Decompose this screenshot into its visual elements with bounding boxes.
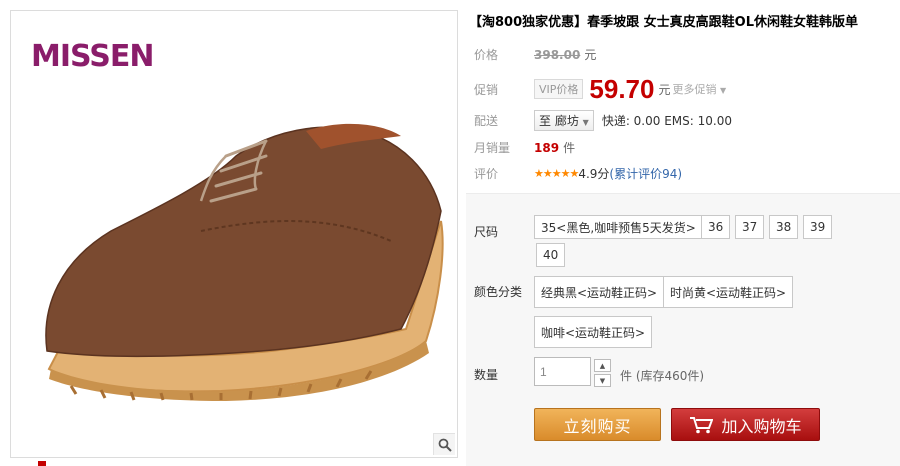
price-info-section: 价格 398.00 元 促销 VIP价格 59.70 元 更多促销 ▼ 配送 至… [466,38,900,190]
size-option[interactable]: 36 [701,215,731,239]
monthly-sales: 189 [534,140,560,155]
brand-logo: MISSEN [31,39,154,74]
quantity-label: 数量 [474,368,499,382]
caret-up-icon: ▲ [599,361,606,370]
add-to-cart-button[interactable]: 加入购物车 [671,408,820,441]
rating-row: 评价 ★★★★★ 4.9分 (累计评价94) [466,165,682,182]
shipping-location-select[interactable]: 至 廊坊 ▼ [534,110,594,131]
buy-now-button[interactable]: 立刻购买 [534,408,661,441]
rating-label: 评价 [474,167,499,181]
color-option[interactable]: 时尚黄<运动鞋正码> [663,276,794,308]
sales-row: 月销量 189 件 [466,139,575,156]
quantity-decrease-button[interactable]: ▼ [594,374,611,387]
buy-now-label: 立刻购买 [563,416,632,436]
stock-info: 件 (库存460件) [620,369,705,383]
size-option[interactable]: 35<黑色,咖啡预售5天发货> [534,215,703,239]
size-option[interactable]: 37 [735,215,765,239]
shipping-row: 配送 至 廊坊 ▼ 快递: 0.00 EMS: 10.00 [466,110,732,131]
shipping-label: 配送 [474,114,499,128]
promo-label: 促销 [474,82,499,97]
review-count-link[interactable]: (累计评价94) [609,165,682,182]
more-promo-label: 更多促销 [672,83,717,96]
zoom-icon[interactable] [433,433,455,455]
cart-icon [690,416,714,433]
promo-price: 59.70 [589,74,655,104]
shipping-fee: 快递: 0.00 EMS: 10.00 [601,114,732,128]
vip-price-badge: VIP价格 [534,79,584,99]
size-option[interactable]: 38 [769,215,799,239]
original-price: 398.00 [534,47,581,62]
size-label: 尺码 [474,225,499,239]
price-unit: 元 [584,48,597,62]
add-to-cart-label: 加入购物车 [721,416,802,436]
quantity-increase-button[interactable]: ▲ [594,359,611,372]
rating-stars-icon: ★★★★★ [534,167,579,180]
promo-row: 促销 VIP价格 59.70 元 更多促销 ▼ [466,76,726,102]
shipping-location-value: 至 廊坊 [539,114,579,128]
caret-down-icon: ▼ [599,376,606,385]
rating-score: 4.9分 [578,167,610,181]
product-image-panel: MISSEN [10,10,458,458]
color-option[interactable]: 经典黑<运动鞋正码> [534,276,665,308]
price-row: 价格 398.00 元 [466,46,596,63]
color-option[interactable]: 咖啡<运动鞋正码> [534,316,653,348]
caret-down-icon: ▼ [720,86,727,95]
sales-label: 月销量 [474,141,511,155]
color-label: 颜色分类 [474,285,523,299]
quantity-input[interactable] [534,357,591,386]
price-label: 价格 [474,48,499,62]
promo-unit: 元 [658,82,671,97]
size-option[interactable]: 40 [536,243,566,267]
product-title: 【淘800独家优惠】春季坡跟 女士真皮高跟鞋OL休闲鞋女鞋韩版单 [469,15,858,30]
bottom-red-mark [38,461,46,466]
size-option[interactable]: 39 [803,215,833,239]
sales-unit: 件 [563,141,576,155]
product-shoe-image[interactable] [21,101,451,401]
caret-down-icon: ▼ [582,118,589,127]
more-promo-link[interactable]: 更多促销 ▼ [673,81,727,97]
